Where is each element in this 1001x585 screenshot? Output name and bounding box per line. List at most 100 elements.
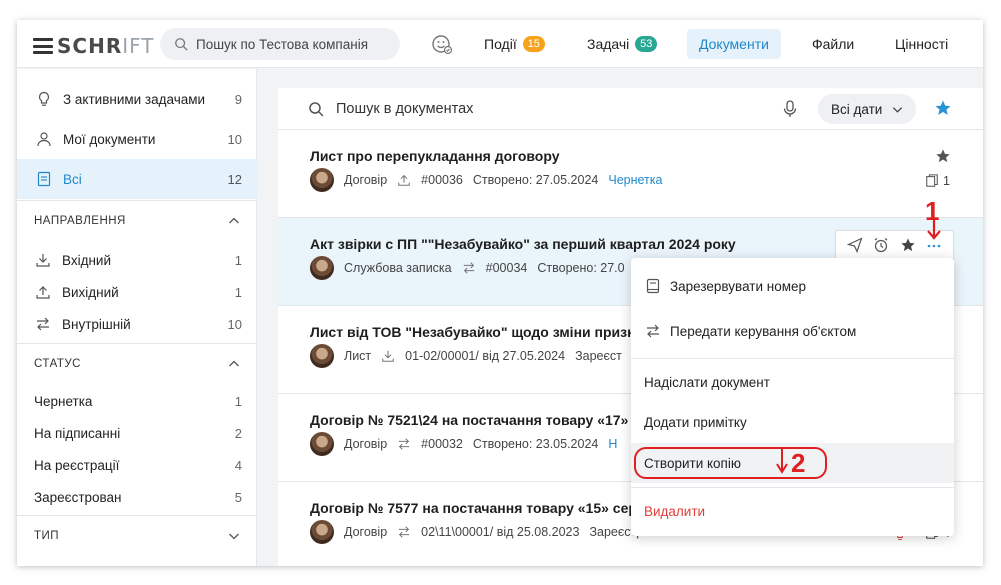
menu-item-reserve-number[interactable]: Зарезервувати номер bbox=[631, 266, 954, 306]
chevron-up-icon bbox=[229, 217, 239, 224]
sidebar-item-label: На підписанні bbox=[34, 425, 121, 441]
document-kind: Договір bbox=[344, 437, 388, 451]
nav-documents-label: Документи bbox=[699, 36, 769, 52]
menu-icon[interactable] bbox=[33, 38, 53, 54]
swap-icon bbox=[34, 315, 52, 333]
download-icon bbox=[382, 350, 394, 362]
section-direction-header[interactable]: НАПРАВЛЕННЯ bbox=[17, 200, 257, 240]
document-created: Створено: 27.05.2024 bbox=[472, 173, 599, 187]
document-row[interactable]: Лист про перепукладання договору Договір… bbox=[278, 130, 983, 218]
swap-icon bbox=[644, 322, 662, 340]
nav-files-label: Файли bbox=[812, 36, 855, 52]
document-meta: Договір #00036 Створено: 27.05.2024 Черн… bbox=[310, 168, 662, 192]
sidebar-item-draft[interactable]: Чернетка 1 bbox=[17, 385, 257, 417]
annotation-step-2: 2 bbox=[791, 448, 806, 478]
document-number: #00034 bbox=[485, 261, 528, 275]
section-status-header[interactable]: СТАТУС bbox=[17, 343, 257, 383]
emoji-icon[interactable] bbox=[431, 33, 453, 55]
sidebar-item-count: 1 bbox=[234, 393, 242, 409]
avatar bbox=[310, 168, 334, 192]
nav-events[interactable]: Події 15 bbox=[472, 29, 557, 59]
document-title[interactable]: Акт звірки с ПП ""Незабувайко" за перший… bbox=[310, 236, 736, 252]
sidebar-item-count: 9 bbox=[234, 91, 242, 107]
document-number: 02\11\00001/ від 25.08.2023 bbox=[421, 525, 580, 539]
sidebar: З активними задачами 9 Мої документи 10 … bbox=[17, 69, 257, 566]
date-filter-label: Всі дати bbox=[831, 101, 883, 117]
swap-icon bbox=[463, 262, 474, 274]
sidebar-item-label: Мої документи bbox=[63, 131, 156, 147]
top-bar: SCHRIFT Пошук по Тестова компанія Події 1… bbox=[17, 20, 983, 68]
section-type-header[interactable]: ТИП bbox=[17, 515, 257, 555]
sidebar-item-count: 1 bbox=[234, 284, 242, 300]
star-icon[interactable] bbox=[935, 148, 951, 164]
document-number: #00032 bbox=[421, 437, 463, 451]
sidebar-item-my-documents[interactable]: Мої документи 10 bbox=[17, 119, 257, 159]
app-window: SCHRIFT Пошук по Тестова компанія Події 1… bbox=[17, 20, 983, 566]
logo-text: SCHRIFT bbox=[57, 34, 155, 58]
favorites-star-icon[interactable] bbox=[934, 99, 952, 117]
nav-tasks-label: Задачі bbox=[587, 36, 630, 52]
sidebar-item-all[interactable]: Всі 12 bbox=[17, 159, 257, 199]
document-meta: Договір 02\11\00001/ від 25.08.2023 Заре… bbox=[310, 520, 670, 544]
menu-item-add-note[interactable]: Додати примітку bbox=[631, 402, 954, 442]
search-icon bbox=[175, 38, 188, 51]
nav-tasks[interactable]: Задачі 53 bbox=[575, 29, 669, 59]
document-kind: Договір bbox=[344, 525, 388, 539]
menu-item-send-document[interactable]: Надіслати документ bbox=[631, 362, 954, 402]
documents-search-placeholder: Пошук в документах bbox=[336, 100, 474, 117]
send-icon[interactable] bbox=[847, 237, 863, 253]
chevron-down-icon bbox=[893, 106, 903, 113]
avatar bbox=[310, 432, 334, 456]
nav-documents[interactable]: Документи bbox=[687, 29, 781, 59]
sidebar-item-count: 10 bbox=[227, 316, 242, 332]
sidebar-item-count: 12 bbox=[227, 171, 242, 187]
document-kind: Лист bbox=[344, 349, 372, 363]
sidebar-item-registration[interactable]: На реєстрації 4 bbox=[17, 449, 257, 481]
sidebar-item-count: 4 bbox=[234, 457, 242, 473]
document-title[interactable]: Лист про перепукладання договору bbox=[310, 148, 560, 164]
sidebar-item-label: Вихідний bbox=[62, 284, 119, 300]
menu-item-delete[interactable]: Видалити bbox=[631, 491, 954, 531]
document-status: Н bbox=[608, 437, 618, 451]
nav-files[interactable]: Файли bbox=[800, 29, 866, 59]
sidebar-item-outgoing[interactable]: Вихідний 1 bbox=[17, 276, 257, 308]
search-icon bbox=[309, 101, 324, 117]
menu-item-label: Видалити bbox=[644, 503, 706, 519]
arrow-down-icon bbox=[776, 449, 788, 474]
menu-item-transfer-control[interactable]: Передати керування об'єктом bbox=[631, 311, 954, 351]
sidebar-item-signing[interactable]: На підписанні 2 bbox=[17, 417, 257, 449]
sidebar-item-registered[interactable]: Зареєстрован 5 bbox=[17, 481, 257, 513]
avatar bbox=[310, 256, 334, 280]
document-title[interactable]: Лист від ТОВ "Незабувайко" щодо зміни пр… bbox=[310, 324, 651, 340]
menu-item-label: Надіслати документ bbox=[644, 374, 770, 390]
arrow-down-icon bbox=[927, 220, 941, 240]
sidebar-item-incoming[interactable]: Вхідний 1 bbox=[17, 244, 257, 276]
document-meta: Договір #00032 Створено: 23.05.2024 Н bbox=[310, 432, 617, 456]
star-icon[interactable] bbox=[900, 237, 916, 253]
sidebar-item-label: На реєстрації bbox=[34, 457, 120, 473]
chevron-down-icon bbox=[229, 533, 239, 540]
section-title: НАПРАВЛЕННЯ bbox=[34, 214, 126, 227]
global-search-input[interactable]: Пошук по Тестова компанія bbox=[160, 28, 400, 60]
sidebar-item-internal[interactable]: Внутрішній 10 bbox=[17, 308, 257, 340]
nav-values[interactable]: Цінності bbox=[883, 29, 960, 59]
menu-divider bbox=[631, 358, 954, 359]
document-title[interactable]: Договір № 7521\24 на постачання товару «… bbox=[310, 412, 648, 428]
document-number: #00036 bbox=[421, 173, 463, 187]
sidebar-item-active-tasks[interactable]: З активними задачами 9 bbox=[17, 79, 257, 119]
lightbulb-icon bbox=[35, 90, 53, 108]
global-search-placeholder: Пошук по Тестова компанія bbox=[196, 36, 369, 52]
date-filter-dropdown[interactable]: Всі дати bbox=[818, 94, 916, 124]
avatar bbox=[310, 520, 334, 544]
sidebar-item-label: Чернетка bbox=[34, 393, 93, 409]
menu-item-label: Зарезервувати номер bbox=[670, 278, 807, 294]
sidebar-item-count: 10 bbox=[227, 131, 242, 147]
logo[interactable]: SCHRIFT bbox=[33, 34, 155, 58]
alarm-icon[interactable] bbox=[873, 237, 889, 253]
microphone-icon[interactable] bbox=[780, 99, 800, 119]
document-title[interactable]: Договір № 7577 на постачання товару «15»… bbox=[310, 500, 645, 516]
section-title: ТИП bbox=[34, 529, 60, 542]
sidebar-item-label: Вхідний bbox=[62, 252, 112, 268]
document-status: Чернетка bbox=[608, 173, 663, 187]
pages-count: 1 bbox=[943, 174, 950, 188]
